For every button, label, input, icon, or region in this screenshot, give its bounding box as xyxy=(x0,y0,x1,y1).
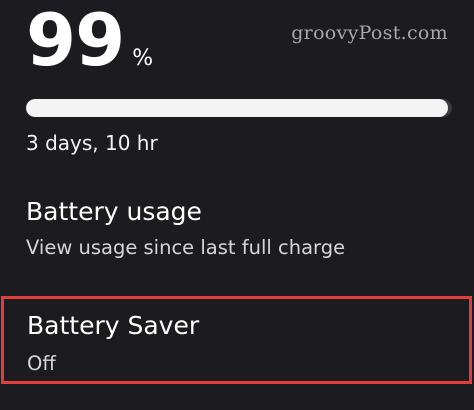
battery-level-unit: % xyxy=(132,46,154,71)
battery-saver-item[interactable]: Battery Saver Off xyxy=(1,296,472,384)
battery-level-bar-fill xyxy=(26,99,448,117)
watermark: groovyPost.com xyxy=(291,22,448,44)
battery-level: 99 % xyxy=(26,4,153,76)
battery-time-remaining: 3 days, 10 hr xyxy=(26,131,158,155)
battery-level-number: 99 xyxy=(26,0,125,82)
battery-saver-status: Off xyxy=(27,352,56,376)
battery-level-bar xyxy=(26,99,452,117)
battery-usage-item[interactable]: Battery usage View usage since last full… xyxy=(0,196,474,276)
battery-settings-screen: groovyPost.com 99 % 3 days, 10 hr Batter… xyxy=(0,0,474,410)
battery-saver-title: Battery Saver xyxy=(27,311,200,340)
battery-usage-title: Battery usage xyxy=(26,197,202,226)
battery-usage-summary: View usage since last full charge xyxy=(26,236,346,260)
